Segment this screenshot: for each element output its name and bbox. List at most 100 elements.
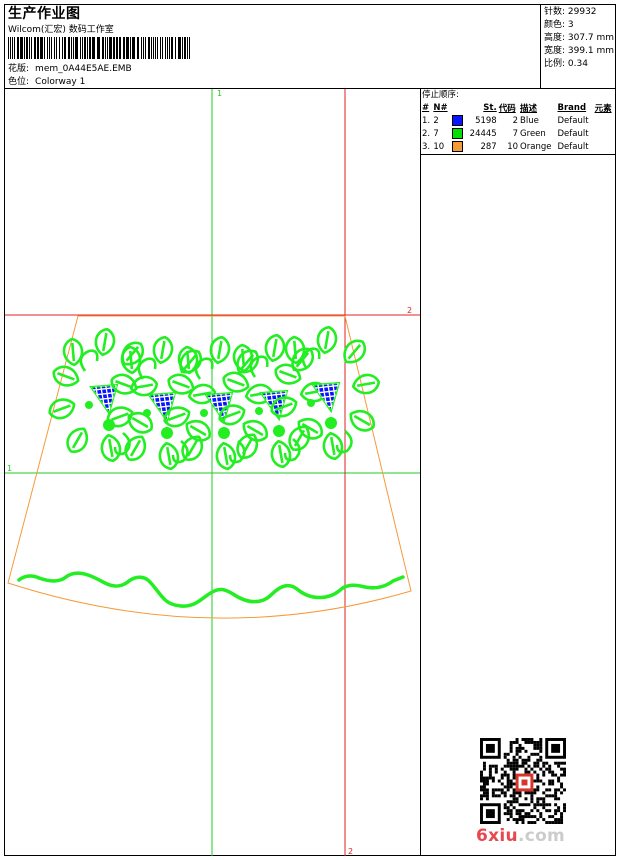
qr-module [530, 821, 534, 824]
watermark-main: 6xiu [476, 826, 518, 846]
qr-module [482, 794, 486, 798]
leaf [181, 435, 204, 461]
bud [307, 399, 315, 407]
leaf [100, 433, 122, 463]
row-brand: Default [557, 141, 589, 152]
barcode-bar [59, 37, 60, 59]
qr-module [518, 791, 522, 795]
qr-module [482, 782, 486, 786]
qr-module [533, 746, 537, 750]
qr-module [533, 815, 537, 819]
leaf [215, 441, 237, 471]
design-file: mem_0A44E5AE.EMB [35, 64, 132, 74]
col-element: 元素 [594, 103, 612, 114]
barcode-bar [132, 37, 135, 59]
qr-module [527, 738, 531, 741]
barcode-bar [92, 37, 95, 59]
floral-motif-band [48, 325, 381, 471]
qr-module [482, 776, 486, 780]
qr-module [560, 761, 564, 765]
qr-module [551, 794, 555, 798]
qr-module [560, 821, 564, 824]
qr-module [506, 752, 510, 756]
qr-module [542, 803, 546, 807]
qr-module [488, 773, 492, 777]
qr-module [530, 800, 534, 804]
qr-module [545, 809, 549, 813]
grid-line [120, 381, 126, 417]
qr-module [554, 821, 558, 824]
flower-motif [106, 335, 217, 471]
company-name: Wilcom(汇宏) 数码工作室 [8, 25, 114, 35]
barcode-bar [89, 37, 91, 59]
qr-module [557, 821, 561, 824]
qr-module [521, 818, 525, 822]
qr-module [515, 738, 519, 741]
bud [273, 425, 285, 437]
qr-module [536, 809, 540, 813]
qr-module [480, 776, 483, 780]
qr-module [491, 788, 495, 792]
qr-module [488, 764, 492, 768]
table-row: 1. 2 5198 2 Blue Default [421, 114, 615, 127]
qr-module [536, 746, 540, 750]
qr-module [536, 764, 540, 768]
leaf [242, 419, 268, 442]
qr-module [536, 758, 540, 762]
qr-module [480, 797, 483, 801]
stop-sequence-panel: 停止顺序: # N# St. 代码 描述 Brand 元素 1. 2 5198 … [421, 89, 616, 155]
qr-module [554, 803, 558, 807]
barcode-bar [64, 37, 66, 59]
bud [325, 417, 337, 429]
qr-module [530, 740, 534, 744]
qr-module [524, 738, 528, 741]
qr-module [560, 782, 564, 786]
barcode-bar [44, 37, 45, 59]
barcode-bar [68, 37, 70, 59]
barcode-bar [37, 37, 39, 59]
barcode-bar [157, 37, 158, 59]
qr-module [503, 764, 507, 768]
qr-module [518, 809, 522, 813]
qr-module [557, 809, 561, 813]
barcode-bar [165, 37, 166, 59]
qr-module [503, 794, 507, 798]
qr-module [539, 738, 543, 741]
qr-module [524, 770, 528, 774]
qr-module [515, 800, 519, 804]
qr-module [539, 743, 543, 747]
qr-module [548, 803, 552, 807]
grid-line [347, 379, 353, 415]
qr-module [536, 740, 540, 744]
leaf [349, 409, 375, 432]
barcode-bar [14, 37, 15, 59]
qr-module [491, 776, 495, 780]
qr-module [521, 815, 525, 819]
qr-module [554, 818, 558, 822]
table-row: 3. 10 287 10 Orange Default [421, 140, 615, 153]
barcode-bar [189, 37, 190, 59]
qr-module [560, 812, 564, 816]
marker-bottom-v: 2 [348, 847, 353, 856]
bud [85, 401, 93, 409]
flower-grid [313, 379, 353, 415]
qr-module [521, 821, 525, 824]
barcode-bar [47, 37, 48, 59]
qr-module [494, 788, 498, 792]
qr-module [518, 794, 522, 798]
qr-module [533, 761, 537, 765]
qr-module [542, 761, 546, 765]
qr-module [545, 761, 549, 765]
qr-module [512, 818, 516, 822]
qr-module [521, 764, 525, 768]
qr-module [500, 773, 504, 777]
barcode-bar [24, 37, 25, 59]
qr-module [548, 794, 552, 798]
grid-line [91, 411, 117, 413]
qr-module [518, 812, 522, 816]
qr-module [533, 806, 537, 810]
qr-module [494, 764, 498, 768]
qr-module [512, 776, 516, 780]
qr-module [530, 794, 534, 798]
col-desc: 描述 [520, 103, 538, 114]
